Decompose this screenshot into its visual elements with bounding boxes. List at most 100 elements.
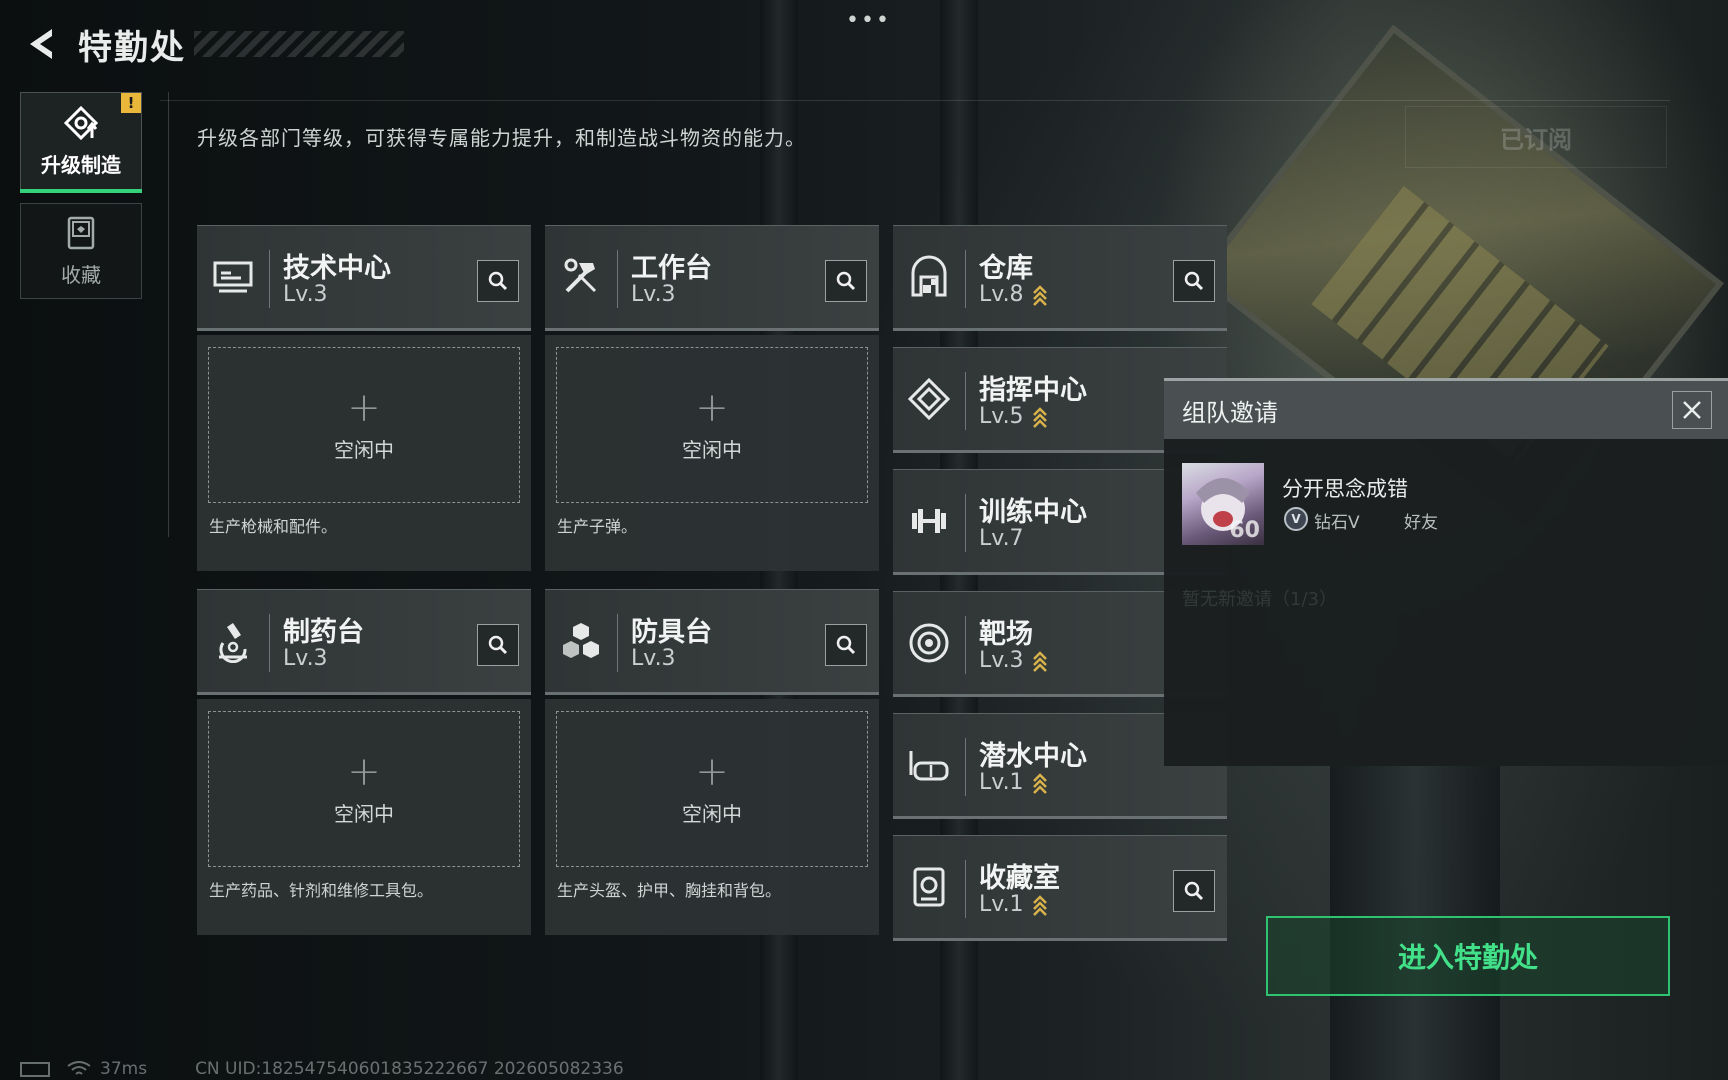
workbench-icon bbox=[559, 255, 603, 299]
battery-icon bbox=[20, 1062, 50, 1077]
card-header[interactable]: 工作台 Lv.3 bbox=[545, 225, 879, 331]
facility-level: Lv.3 bbox=[979, 648, 1048, 673]
facility-name: 指挥中心 bbox=[979, 375, 1087, 406]
search-button[interactable] bbox=[477, 260, 519, 302]
level-text: Lv.1 bbox=[979, 892, 1024, 917]
facility-name: 靶场 bbox=[979, 619, 1033, 650]
search-button[interactable] bbox=[477, 624, 519, 666]
side-divider bbox=[168, 92, 169, 537]
back-arrow-icon bbox=[30, 29, 52, 59]
back-button[interactable] bbox=[20, 24, 60, 64]
tab-collection[interactable]: 收藏 bbox=[20, 203, 142, 299]
level-text: Lv.8 bbox=[979, 282, 1024, 307]
upgrade-chevron-icon bbox=[1032, 283, 1048, 307]
card-header[interactable]: 收藏室 Lv.1 bbox=[893, 835, 1227, 941]
facility-name: 制药台 bbox=[283, 617, 364, 648]
facility-level: Lv.1 bbox=[979, 770, 1048, 795]
card-header[interactable]: 制药台 Lv.3 bbox=[197, 589, 531, 695]
popup-header: 组队邀请 bbox=[1164, 381, 1728, 439]
wifi-icon bbox=[67, 1061, 91, 1075]
dumbbell-icon bbox=[907, 499, 951, 543]
tech-center-icon bbox=[211, 255, 255, 299]
alert-badge: ! bbox=[121, 93, 141, 113]
facility-name: 工作台 bbox=[631, 253, 712, 284]
facility-level: Lv.3 bbox=[631, 646, 676, 671]
player-relation: 好友 bbox=[1404, 513, 1438, 533]
enter-special-ops-button[interactable]: 进入特勤处 bbox=[1266, 916, 1670, 996]
card-header[interactable]: 仓库 Lv.8 bbox=[893, 225, 1227, 331]
level-text: Lv.5 bbox=[979, 404, 1024, 429]
command-center-icon bbox=[907, 377, 951, 421]
avatar-level: 60 bbox=[1229, 518, 1260, 543]
production-slot[interactable]: + 空闲中 bbox=[556, 347, 868, 503]
card-header[interactable]: 技术中心 Lv.3 bbox=[197, 225, 531, 331]
target-icon bbox=[907, 621, 951, 665]
search-button[interactable] bbox=[825, 624, 867, 666]
add-icon: + bbox=[347, 384, 381, 431]
card-description: 生产子弹。 bbox=[557, 517, 638, 536]
facility-collection-room: 收藏室 Lv.1 bbox=[893, 835, 1227, 941]
diving-mask-icon bbox=[907, 743, 951, 787]
search-icon bbox=[836, 271, 856, 291]
facility-level: Lv.7 bbox=[979, 526, 1024, 551]
facility-name: 收藏室 bbox=[979, 863, 1060, 894]
subscribed-button[interactable]: 已订阅 bbox=[1405, 106, 1667, 168]
production-slot[interactable]: + 空闲中 bbox=[208, 711, 520, 867]
card-description: 生产药品、针剂和维修工具包。 bbox=[209, 881, 434, 900]
search-button[interactable] bbox=[1173, 870, 1215, 912]
tab-label: 收藏 bbox=[61, 262, 101, 287]
collection-icon bbox=[67, 216, 95, 249]
facility-level: Lv.1 bbox=[979, 892, 1048, 917]
header-divider bbox=[160, 100, 1670, 101]
slot-status: 空闲中 bbox=[682, 801, 742, 826]
diamond-rank-icon: V bbox=[1284, 507, 1308, 531]
add-icon: + bbox=[347, 748, 381, 795]
level-text: Lv.1 bbox=[979, 770, 1024, 795]
uid-text: CN UID:18254754060183522266‌7 2026050823… bbox=[195, 1059, 624, 1079]
team-invite-popup: 组队邀请 60 分开思念成错 V 钻石V 好友 暂无新邀请（1/3） bbox=[1164, 378, 1728, 766]
slot-status: 空闲中 bbox=[682, 437, 742, 462]
facility-level: Lv.3 bbox=[631, 282, 676, 307]
search-button[interactable] bbox=[825, 260, 867, 302]
status-bar: 37ms CN UID:18254754060183522266‌7 20260… bbox=[20, 1058, 624, 1080]
search-icon bbox=[488, 271, 508, 291]
search-icon bbox=[836, 635, 856, 655]
card-header[interactable]: 防具台 Lv.3 bbox=[545, 589, 879, 695]
ping-text: 37ms bbox=[100, 1059, 148, 1079]
search-icon bbox=[1184, 271, 1204, 291]
facility-name: 技术中心 bbox=[283, 253, 391, 284]
tab-upgrade-manufacture[interactable]: ! 升级制造 bbox=[20, 92, 142, 193]
upgrade-icon bbox=[63, 105, 99, 140]
close-button[interactable] bbox=[1672, 391, 1712, 429]
slot-status: 空闲中 bbox=[334, 437, 394, 462]
add-icon: + bbox=[695, 384, 729, 431]
card-body: + 空闲中 生产枪械和配件。 bbox=[197, 335, 531, 571]
card-description: 生产枪械和配件。 bbox=[209, 517, 338, 536]
page-title: 特勤处 bbox=[78, 27, 186, 68]
production-card-tech-center: 技术中心 Lv.3 + 空闲中 生产枪械和配件。 bbox=[197, 225, 531, 571]
search-icon bbox=[1184, 881, 1204, 901]
facility-name: 防具台 bbox=[631, 617, 712, 648]
tab-label: 升级制造 bbox=[41, 152, 121, 177]
collection-room-icon bbox=[907, 865, 951, 909]
player-name: 分开思念成错 bbox=[1282, 477, 1408, 501]
production-slot[interactable]: + 空闲中 bbox=[208, 347, 520, 503]
microscope-icon bbox=[211, 619, 255, 663]
card-body: + 空闲中 生产子弹。 bbox=[545, 335, 879, 571]
card-description: 生产头盔、护甲、胸挂和背包。 bbox=[557, 881, 782, 900]
slot-status: 空闲中 bbox=[334, 801, 394, 826]
invite-item[interactable]: 60 分开思念成错 V 钻石V 好友 bbox=[1182, 463, 1712, 547]
upgrade-chevron-icon bbox=[1032, 649, 1048, 673]
card-body: + 空闲中 生产药品、针剂和维修工具包。 bbox=[197, 699, 531, 935]
facility-warehouse: 仓库 Lv.8 bbox=[893, 225, 1227, 331]
facility-name: 潜水中心 bbox=[979, 741, 1087, 772]
more-options-icon[interactable]: ••• bbox=[846, 8, 891, 33]
production-slot[interactable]: + 空闲中 bbox=[556, 711, 868, 867]
armor-cubes-icon bbox=[559, 619, 603, 663]
avatar: 60 bbox=[1182, 463, 1264, 545]
card-body: + 空闲中 生产头盔、护甲、胸挂和背包。 bbox=[545, 699, 879, 935]
upgrade-chevron-icon bbox=[1032, 893, 1048, 917]
title-decoration bbox=[194, 31, 404, 57]
search-button[interactable] bbox=[1173, 260, 1215, 302]
facility-level: Lv.8 bbox=[979, 282, 1048, 307]
